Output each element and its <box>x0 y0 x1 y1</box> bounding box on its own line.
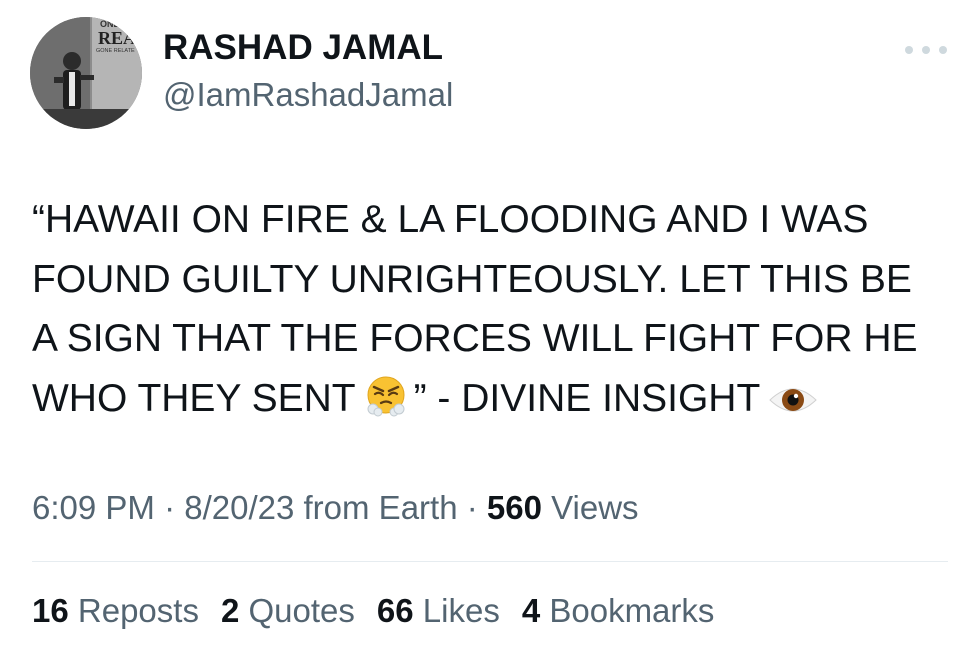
likes-count: 66 <box>376 592 414 629</box>
tweet-source: from Earth <box>294 489 458 526</box>
bookmarks-label: Bookmarks <box>540 592 715 629</box>
likes-label: Likes <box>413 592 500 629</box>
tweet-text-line: FOUND GUILTY UNRIGHTEOUSLY. LET THIS BE <box>32 257 912 301</box>
tweet-time[interactable]: 6:09 PM <box>32 489 155 526</box>
eye-emoji <box>768 376 818 436</box>
quotes-stat[interactable]: 2 Quotes <box>221 592 355 630</box>
tweet-meta: 6:09 PM · 8/20/23 from Earth · 560 Views <box>32 489 639 527</box>
reposts-count: 16 <box>32 592 69 629</box>
likes-stat[interactable]: 66 Likes <box>377 592 500 630</box>
tweet-text-line: A SIGN THAT THE FORCES WILL FIGHT FOR HE <box>32 317 918 360</box>
tweet-text-line-last: WHO THEY SENT ” - DIVINE INSIGHT <box>32 369 962 436</box>
face-with-steam-from-nose-emoji <box>364 374 408 436</box>
views-label: Views <box>541 489 639 526</box>
quotes-label: Quotes <box>239 592 355 629</box>
author-avatar[interactable]: ONLY REAL GONE RELATE <box>30 17 142 129</box>
quotes-count: 2 <box>220 592 240 629</box>
meta-separator: · <box>457 489 487 526</box>
more-dot <box>922 46 930 54</box>
more-horizontal-icon[interactable] <box>905 38 947 62</box>
avatar-photo: ONLY REAL GONE RELATE <box>30 17 142 129</box>
author-handle[interactable]: @IamRashadJamal <box>163 76 453 114</box>
tweet-text: “HAWAII ON FIRE & LA FLOODING AND I WAS … <box>32 190 962 435</box>
bookmarks-stat[interactable]: 4 Bookmarks <box>522 592 715 630</box>
more-dot <box>939 46 947 54</box>
tweet-text-segment: ” - DIVINE INSIGHT <box>413 376 761 420</box>
avatar-text-gone-relate: GONE RELATE <box>96 48 135 54</box>
tweet-text-line: “HAWAII ON FIRE & LA FLOODING AND I WAS <box>32 198 869 241</box>
tweet-text-segment: WHO THEY SENT <box>32 376 356 420</box>
divider <box>32 561 948 562</box>
meta-separator: · <box>154 489 185 526</box>
tweet-date[interactable]: 8/20/23 <box>184 489 294 526</box>
more-dot <box>905 46 913 54</box>
bookmarks-count: 4 <box>521 592 541 629</box>
reposts-stat[interactable]: 16 Reposts <box>32 592 199 630</box>
tweet-stats: 16 Reposts 2 Quotes 66 Likes 4 Bookmarks <box>32 592 714 630</box>
views-count: 560 <box>486 489 542 526</box>
avatar-text-real: REAL <box>98 28 142 48</box>
reposts-label: Reposts <box>68 592 199 629</box>
author-display-name[interactable]: RASHAD JAMAL <box>163 28 443 68</box>
